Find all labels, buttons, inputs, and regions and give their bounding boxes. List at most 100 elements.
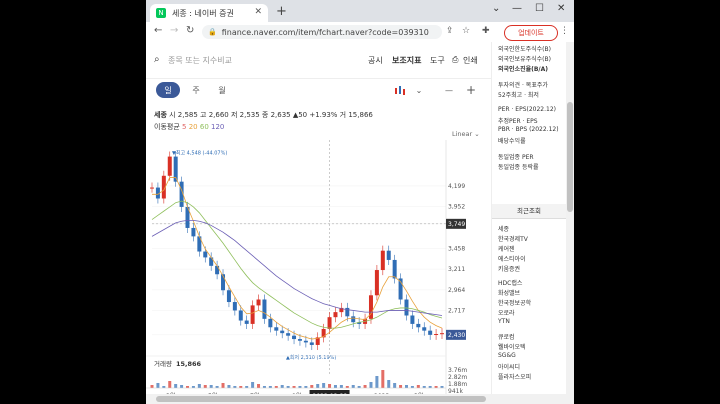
volume-bar	[422, 386, 426, 388]
chevron-down-icon[interactable]: ⌄	[492, 3, 500, 14]
recent-item[interactable]: 오로라	[498, 308, 515, 317]
sidebar-info-item: 동일업종 등락률	[498, 164, 539, 171]
y-tick-label: 3,211	[448, 266, 465, 273]
recent-item[interactable]: 한국경제TV	[498, 234, 528, 243]
tab-bar: N 세종 : 네이버 증권 ✕ + ⌄ — ☐ ✕	[146, 0, 574, 22]
menu-icon[interactable]: ⋮	[560, 26, 569, 36]
recent-item[interactable]: 아이씨디	[498, 362, 520, 371]
print-icon[interactable]: ⎙	[452, 55, 458, 65]
y-tick-label: 4,199	[448, 183, 465, 190]
close-tab-icon[interactable]: ✕	[254, 7, 262, 17]
volume-bar	[245, 386, 249, 388]
recent-item[interactable]: 화성밸브	[498, 288, 520, 297]
moving-average-line	[151, 219, 443, 316]
volume-bar	[292, 386, 296, 388]
volume-bar	[428, 386, 432, 388]
volume-bar	[280, 385, 284, 388]
volume-bar	[345, 386, 349, 388]
price-chart[interactable]: 4,199 3,952 3,458 3,211 2,964 2,717 2,430 3,749…	[146, 140, 491, 394]
candle-body	[286, 333, 291, 336]
vertical-scrollbar[interactable]	[566, 42, 574, 394]
lock-icon[interactable]: 🔒	[208, 28, 217, 36]
browser-tab[interactable]: N 세종 : 네이버 증권 ✕	[150, 4, 268, 22]
candle-body	[150, 187, 154, 189]
zoom-out-button[interactable]: —	[442, 82, 456, 98]
scroll-thumb[interactable]	[567, 102, 573, 212]
volume-bar	[316, 384, 320, 388]
recent-item[interactable]: 플라자스오피	[498, 372, 531, 381]
candle-body	[303, 340, 308, 343]
maximize-button[interactable]: ☐	[535, 3, 544, 14]
recent-item[interactable]: 웰바이오텍	[498, 342, 526, 351]
recent-item[interactable]: 한국정보공학	[498, 298, 531, 307]
share-icon[interactable]: ⇪	[446, 26, 454, 36]
volume-bar	[339, 385, 343, 388]
volume-bar	[393, 383, 397, 388]
volume-value: 15,866	[176, 360, 202, 368]
ma-label: 이동평균	[154, 123, 180, 131]
candle-body	[292, 335, 297, 340]
volume-bar	[180, 385, 184, 388]
moving-average-legend: 이동평균 5 20 60 120	[154, 122, 224, 132]
volume-bar	[191, 386, 195, 388]
recent-item[interactable]: 케어젠	[498, 244, 515, 253]
volume-bar	[197, 384, 201, 388]
recent-item[interactable]: 에스티아이	[498, 254, 526, 263]
print-link[interactable]: 인쇄	[463, 55, 478, 66]
candle-body	[434, 334, 439, 336]
candle-body	[351, 316, 356, 323]
search-icon[interactable]: ⌕	[154, 54, 160, 65]
tools-link[interactable]: 도구	[430, 55, 445, 66]
volume-bar	[186, 386, 190, 388]
volume-bar	[227, 385, 231, 388]
candle-body	[416, 323, 421, 328]
url-text: finance.naver.com/item/fchart.naver?code…	[221, 27, 429, 37]
naver-favicon-icon: N	[156, 8, 166, 18]
candlestick-type-icon[interactable]	[394, 86, 408, 96]
indicator-link[interactable]: 보조지표	[392, 55, 421, 66]
price-info: 시 2,585 고 2,660 저 2,535 종 2,635 ▲50 +1.9…	[169, 111, 373, 119]
candle-body	[256, 299, 261, 306]
period-week-button[interactable]: 주	[186, 82, 206, 98]
compare-search-input[interactable]: 종목 또는 지수비교	[168, 55, 232, 66]
disclosure-link[interactable]: 공시	[368, 55, 383, 66]
sidebar-info-item: 외국인소진율(B/A)	[498, 66, 549, 73]
high-label: ▼최고 4,548 (-44.07%)	[172, 150, 227, 157]
recent-item[interactable]: YTN	[498, 318, 510, 325]
candle-body	[191, 227, 196, 237]
sidebar-info-item: 배당수익률	[498, 138, 526, 145]
recent-header[interactable]: 최근조회	[492, 204, 566, 219]
recent-item[interactable]: SG&G	[498, 352, 516, 359]
extensions-icon[interactable]: ✚	[482, 26, 490, 36]
recent-item[interactable]: 키움증권	[498, 264, 520, 273]
recent-item[interactable]: HDC랩스	[498, 278, 522, 287]
new-tab-button[interactable]: +	[276, 4, 287, 19]
stock-info-sidebar: 외국인한도주식수(B) 외국인보유주식수(B) 외국인소진율(B/A) 투자의견 · …	[491, 42, 574, 394]
back-icon[interactable]: ←	[154, 25, 162, 36]
scale-selector[interactable]: Linear ⌄	[452, 130, 480, 138]
close-window-button[interactable]: ✕	[557, 3, 565, 14]
volume-bar	[150, 385, 154, 388]
recent-item[interactable]: 큐로컴	[498, 332, 515, 341]
forward-icon[interactable]: →	[170, 25, 178, 36]
price-summary: 세종 시 2,585 고 2,660 저 2,535 종 2,635 ▲50 +…	[154, 110, 373, 120]
period-month-button[interactable]: 월	[212, 82, 232, 98]
volume-bar	[162, 386, 166, 388]
sidebar-info-item: 추정PER · EPS	[498, 118, 538, 125]
volume-bar	[221, 383, 225, 388]
volume-bar	[351, 385, 355, 388]
minimize-button[interactable]: —	[512, 3, 522, 14]
star-icon[interactable]: ☆	[462, 26, 470, 36]
period-day-button[interactable]: 일	[156, 82, 180, 98]
reload-icon[interactable]: ↻	[186, 25, 194, 36]
zoom-in-button[interactable]: +	[464, 82, 478, 98]
horizontal-scrollbar[interactable]	[146, 394, 574, 404]
low-label: ▲최저 2,310 (5.19%)	[286, 354, 336, 361]
address-bar[interactable]: 🔒 finance.naver.com/item/fchart.naver?co…	[202, 25, 442, 39]
chevron-down-icon[interactable]: ⌄	[414, 82, 424, 98]
recent-item[interactable]: 세종	[498, 224, 509, 233]
volume-tick-label: 1.88m	[448, 381, 467, 388]
scroll-thumb[interactable]	[156, 396, 486, 402]
sidebar-info-item: PER · EPS(2022.12)	[498, 106, 557, 113]
update-button[interactable]: 업데이트	[504, 25, 558, 41]
